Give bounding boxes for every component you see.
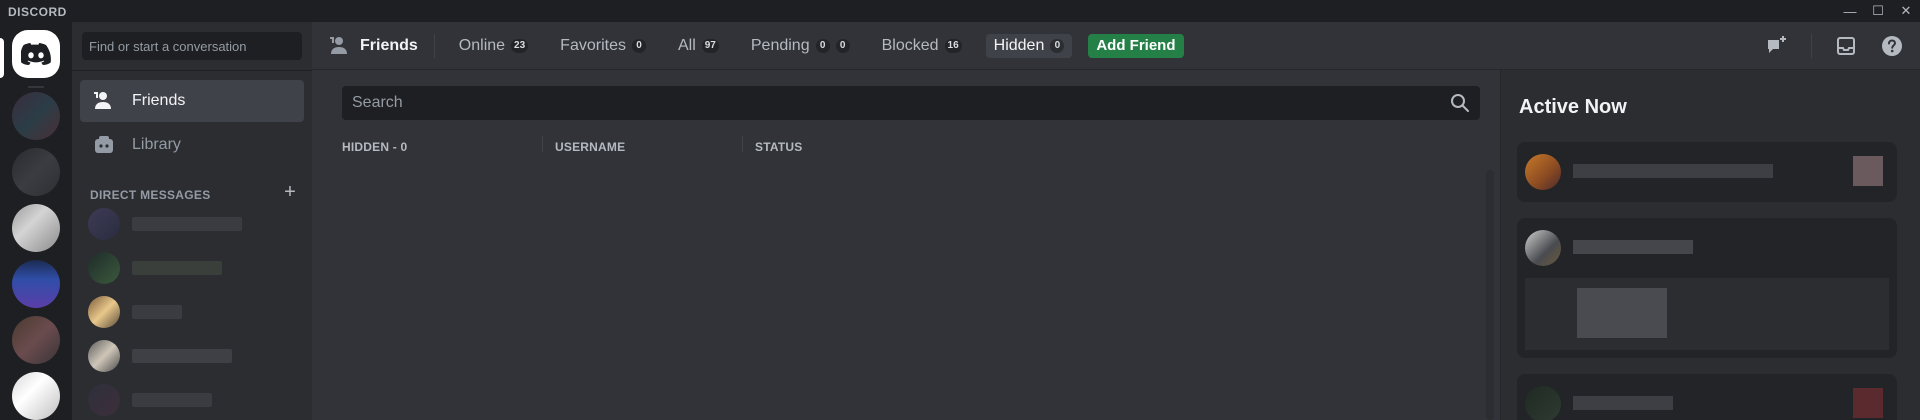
avatar	[1525, 230, 1561, 266]
redacted-activity	[1573, 240, 1693, 254]
active-now-panel: Active Now	[1500, 70, 1920, 420]
create-dm-button[interactable]: +	[280, 182, 300, 202]
avatar	[1525, 386, 1561, 420]
server-icon[interactable]	[12, 92, 60, 140]
tab-blocked[interactable]: Blocked 16	[874, 34, 970, 58]
page-title: Friends	[328, 34, 418, 58]
scrollbar[interactable]	[1486, 170, 1494, 420]
home-indicator	[0, 38, 4, 78]
direct-messages-header: DIRECT MESSAGES	[90, 188, 211, 202]
column-separator	[542, 136, 543, 152]
server-rail	[0, 22, 72, 420]
avatar	[1525, 154, 1561, 190]
avatar	[88, 296, 120, 328]
redacted-name	[132, 393, 212, 407]
server-icon[interactable]	[12, 260, 60, 308]
close-button[interactable]: ✕	[1892, 0, 1920, 22]
new-group-dm-icon[interactable]	[1765, 34, 1789, 58]
toolbar-actions	[1743, 34, 1904, 58]
find-conversation-input[interactable]	[82, 32, 302, 60]
dm-list-item[interactable]	[80, 296, 304, 328]
tab-hidden[interactable]: Hidden 0	[985, 33, 1073, 58]
server-separator	[28, 86, 44, 88]
active-now-title: Active Now	[1519, 96, 1627, 118]
count-badge: 0	[1050, 38, 1065, 53]
dm-list-item[interactable]	[80, 384, 304, 416]
window-controls: — ☐ ✕	[1836, 0, 1920, 22]
column-header-hidden: HIDDEN - 0	[342, 140, 408, 154]
tab-label: Hidden	[993, 36, 1045, 54]
divider	[72, 70, 312, 71]
activity-card[interactable]	[1517, 142, 1897, 202]
tab-all[interactable]: All 97	[670, 34, 727, 58]
page-title-text: Friends	[360, 36, 418, 54]
nav-item-library[interactable]: Library	[80, 124, 304, 166]
redacted-activity-art	[1853, 388, 1883, 418]
column-separator	[742, 136, 743, 152]
main-content: Friends Online 23 Favorites 0 All 97 Pen…	[312, 22, 1920, 420]
app-brand: DISCORD	[8, 5, 67, 19]
title-bar: DISCORD — ☐ ✕	[0, 0, 1920, 22]
tab-pending[interactable]: Pending 0 0	[743, 34, 858, 58]
friends-toolbar: Friends Online 23 Favorites 0 All 97 Pen…	[312, 22, 1920, 70]
count-badge: 97	[701, 38, 719, 53]
server-icon[interactable]	[12, 372, 60, 420]
avatar	[88, 340, 120, 372]
home-button[interactable]	[12, 30, 60, 78]
friends-search-bar	[342, 86, 1480, 120]
help-icon[interactable]	[1880, 34, 1904, 58]
add-friend-button[interactable]: Add Friend	[1088, 33, 1184, 58]
dm-list-item[interactable]	[80, 340, 304, 372]
column-header-username[interactable]: USERNAME	[555, 140, 625, 154]
count-badge: 16	[944, 38, 962, 53]
tab-favorites[interactable]: Favorites 0	[552, 34, 654, 58]
dm-list-item[interactable]	[80, 208, 304, 240]
redacted-activity-art	[1577, 288, 1667, 338]
outgoing-count-badge: 0	[835, 38, 850, 53]
discord-logo-icon	[21, 43, 51, 65]
count-badge: 23	[511, 38, 529, 53]
nav-label: Friends	[132, 92, 186, 109]
redacted-name	[132, 261, 222, 275]
dm-sidebar: Friends Library DIRECT MESSAGES +	[72, 22, 312, 420]
maximize-button[interactable]: ☐	[1864, 0, 1892, 22]
avatar	[88, 252, 120, 284]
search-icon[interactable]	[1448, 91, 1472, 115]
library-icon	[92, 133, 116, 157]
dm-list-item[interactable]	[80, 252, 304, 284]
tab-label: Blocked	[881, 36, 939, 54]
redacted-activity	[1573, 164, 1773, 178]
tab-label: Favorites	[560, 36, 626, 54]
minimize-button[interactable]: —	[1836, 0, 1864, 22]
count-badge: 0	[631, 38, 646, 53]
activity-card[interactable]	[1517, 374, 1897, 420]
friends-icon	[328, 34, 352, 58]
server-icon[interactable]	[12, 204, 60, 252]
activity-card[interactable]	[1517, 218, 1897, 358]
nav-label: Library	[132, 136, 181, 153]
toolbar-divider	[433, 33, 435, 58]
avatar	[88, 384, 120, 416]
server-icon[interactable]	[12, 148, 60, 196]
tab-online[interactable]: Online 23	[451, 34, 536, 58]
redacted-name	[132, 217, 242, 231]
toolbar-divider	[1811, 34, 1812, 58]
avatar	[88, 208, 120, 240]
nav-item-friends[interactable]: Friends	[80, 80, 304, 122]
redacted-name	[132, 305, 182, 319]
friends-search-input[interactable]	[342, 86, 1448, 120]
inbox-icon[interactable]	[1834, 34, 1858, 58]
redacted-activity	[1573, 396, 1673, 410]
tab-label: All	[677, 36, 696, 54]
tab-label: Online	[458, 36, 506, 54]
column-header-status[interactable]: STATUS	[755, 140, 802, 154]
incoming-count-badge: 0	[815, 38, 830, 53]
server-icon[interactable]	[12, 316, 60, 364]
redacted-name	[132, 349, 232, 363]
friends-icon	[92, 89, 116, 113]
tab-label: Pending	[750, 36, 810, 54]
redacted-activity-art	[1853, 156, 1883, 186]
